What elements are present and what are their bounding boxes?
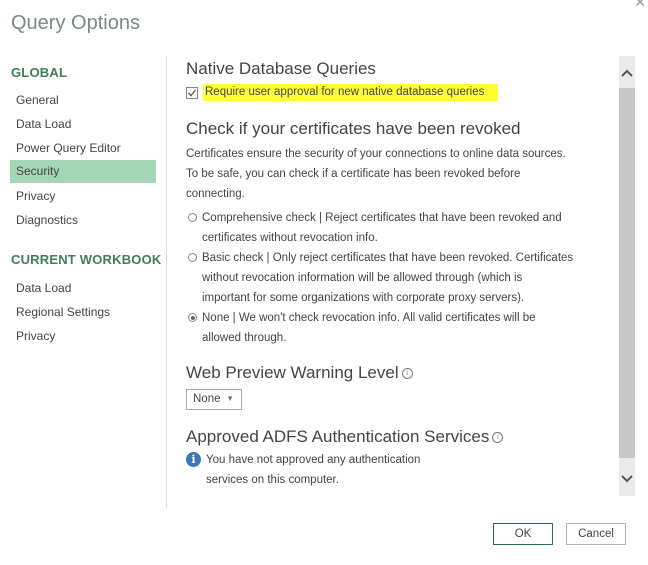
close-icon[interactable]: ✕ <box>634 0 646 11</box>
sidebar-item-regional-settings[interactable]: Regional Settings <box>10 301 156 324</box>
require-approval-checkbox-row[interactable]: Require user approval for new native dat… <box>186 84 499 101</box>
sidebar-item-power-query-editor[interactable]: Power Query Editor <box>10 137 156 160</box>
revocation-heading: Check if your certificates have been rev… <box>186 119 521 138</box>
checkmark-icon <box>188 89 197 96</box>
adfs-heading: Approved ADFS Authentication Services i <box>186 427 504 447</box>
require-approval-checkbox[interactable] <box>186 86 198 99</box>
option-none-line2: allowed through. <box>202 332 287 344</box>
require-approval-label: Require user approval for new native dat… <box>203 84 499 101</box>
option-none-line1[interactable]: None | We won't check revocation info. A… <box>202 308 536 328</box>
sidebar-item-data-load[interactable]: Data Load <box>10 113 156 136</box>
web-preview-selected-value: None <box>193 393 221 405</box>
dialog-title: Query Options <box>11 12 140 34</box>
native-queries-heading: Native Database Queries <box>186 59 376 78</box>
option-basic-line1[interactable]: Basic check | Only reject certificates t… <box>202 248 573 268</box>
option-basic-line2: without revocation information will be a… <box>202 272 523 284</box>
radio-none[interactable] <box>188 313 197 322</box>
cancel-button[interactable]: Cancel <box>566 523 626 545</box>
sidebar-item-diagnostics[interactable]: Diagnostics <box>10 209 156 232</box>
scroll-up-arrow-icon[interactable] <box>619 64 635 82</box>
radio-basic-check[interactable] <box>188 253 197 262</box>
adfs-message-line2: services on this computer. <box>206 474 339 486</box>
adfs-message-line1: You have not approved any authentication <box>206 454 421 466</box>
sidebar-item-general[interactable]: General <box>10 89 156 112</box>
web-preview-warning-dropdown[interactable]: None ▼ <box>186 389 242 410</box>
radio-comprehensive-check[interactable] <box>188 213 197 222</box>
option-comprehensive-line1[interactable]: Comprehensive check | Reject certificate… <box>202 208 562 228</box>
current-workbook-heading: CURRENT WORKBOOK <box>11 252 162 267</box>
revocation-description-1: Certificates ensure the security of your… <box>186 148 566 160</box>
sidebar-item-workbook-privacy[interactable]: Privacy <box>10 325 156 348</box>
web-preview-heading-text: Web Preview Warning Level <box>186 363 399 382</box>
revocation-description-2: To be safe, you can check if a certifica… <box>186 168 521 180</box>
adfs-heading-text: Approved ADFS Authentication Services <box>186 427 490 446</box>
vertical-scrollbar[interactable] <box>619 56 635 496</box>
info-icon[interactable]: i <box>401 368 413 380</box>
revocation-description-3: connecting. <box>186 188 245 200</box>
option-comprehensive-line2: certificates without revocation info. <box>202 232 378 244</box>
sidebar-item-security[interactable]: Security <box>10 160 156 183</box>
option-basic-line3: important for some organizations with co… <box>202 292 525 304</box>
sidebar-item-privacy[interactable]: Privacy <box>10 185 156 208</box>
web-preview-heading: Web Preview Warning Level i <box>186 363 413 383</box>
global-heading: GLOBAL <box>11 65 68 80</box>
scroll-down-arrow-icon[interactable] <box>619 470 635 488</box>
sidebar-item-workbook-data-load[interactable]: Data Load <box>10 277 156 300</box>
info-icon[interactable]: i <box>492 432 504 444</box>
sidebar: GLOBAL General Data Load Power Query Edi… <box>0 56 167 508</box>
information-icon: i <box>186 452 201 467</box>
scroll-thumb[interactable] <box>619 88 635 458</box>
chevron-down-icon: ▼ <box>226 394 234 403</box>
ok-button[interactable]: OK <box>493 523 553 545</box>
